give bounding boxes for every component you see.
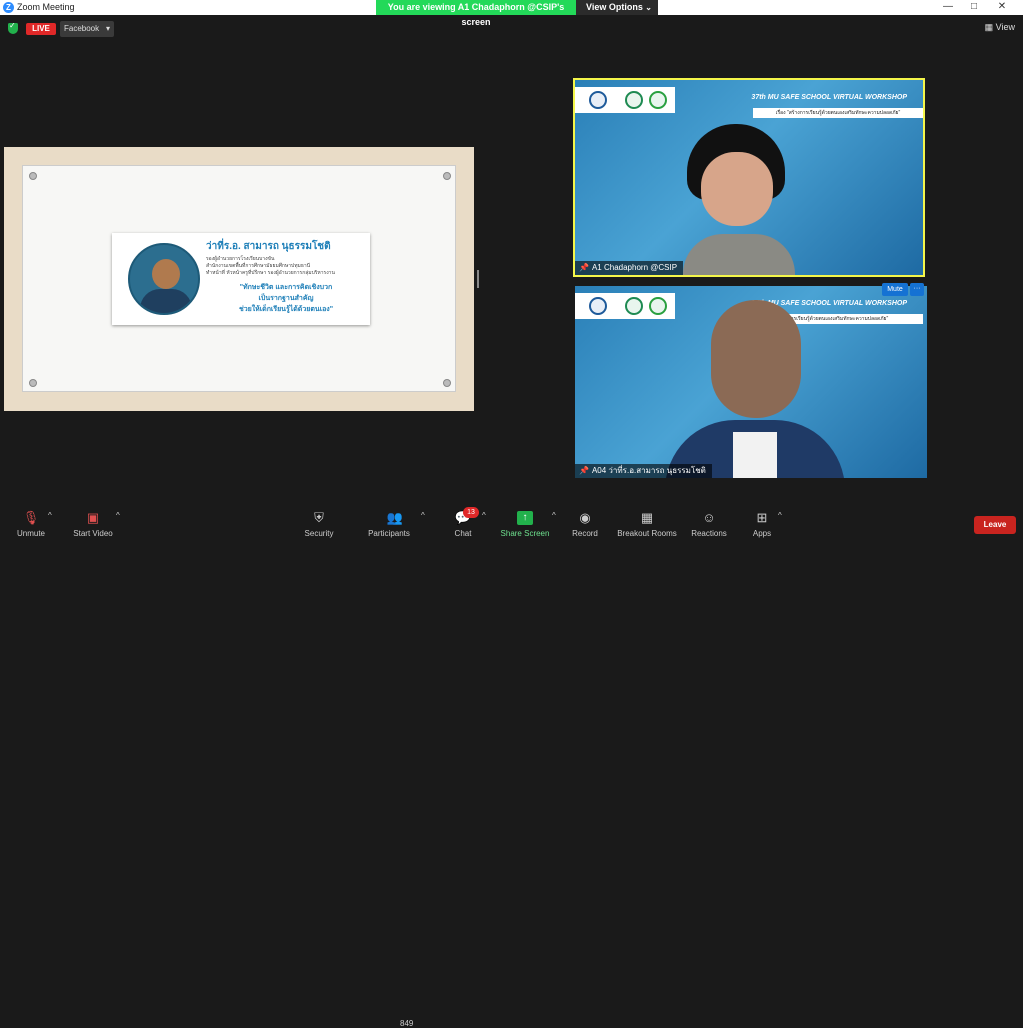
shared-screen: ว่าที่ร.อ. สามารถ นุธรรมโชติ รองผู้อำนวย… — [4, 147, 474, 411]
livestream-target-label: Facebook — [64, 24, 100, 33]
smile-icon: ☺ — [702, 510, 716, 525]
shield-icon: ⛨ — [314, 510, 324, 525]
pin-icon: 📌 — [579, 466, 589, 475]
participants-caret[interactable]: ^ — [421, 511, 425, 520]
speaker-role-line: ทำหน้าที่ หัวหน้าครูที่ปรึกษา รองผู้อำนว… — [206, 270, 335, 276]
share-caret[interactable]: ^ — [552, 511, 556, 520]
chat-label: Chat — [454, 529, 472, 538]
video-off-icon: ▣ — [86, 510, 100, 525]
record-label: Record — [572, 529, 598, 538]
participant-video — [683, 124, 795, 275]
view-layout-button[interactable]: ▦ View — [985, 22, 1015, 33]
reactions-label: Reactions — [691, 529, 727, 538]
university-logo-icon — [589, 297, 607, 315]
workshop-banner-subtitle: เรื่อง "สร้างการเรียนรู้ด้วยตนเองเสริมทั… — [753, 108, 923, 118]
start-video-label: Start Video — [73, 529, 113, 538]
view-options-label: View Options — [586, 2, 643, 12]
participants-label: Participants — [368, 529, 410, 538]
mic-muted-icon: 🎙 — [22, 510, 40, 525]
apps-button[interactable]: ⊞ Apps — [750, 510, 774, 539]
share-screen-label: Share Screen — [500, 529, 550, 538]
live-badge: LIVE — [26, 23, 56, 35]
view-grid-icon: ▦ — [984, 22, 994, 32]
participant-name-label: 📌 A1 Chadaphorn @CSIP — [575, 261, 684, 275]
record-button[interactable]: ◉ Record — [570, 510, 600, 539]
participant-name-label: 📌 A04 ว่าที่ร.อ.สามารถ นุธรรมโชติ — [575, 464, 712, 478]
people-icon: 👥 — [386, 510, 404, 525]
speaker-quote-line: "ทักษะชีวิต และการคิดเชิงบวก — [239, 284, 333, 291]
pin-icon — [443, 172, 451, 180]
minimize-button[interactable]: — — [938, 1, 958, 12]
apps-caret[interactable]: ^ — [778, 511, 782, 520]
speaker-quote-line: ช่วยให้เด็กเรียนรู้ได้ด้วยตนเอง" — [238, 306, 334, 313]
record-icon: ◉ — [579, 510, 591, 525]
close-window-button[interactable]: ✕ — [992, 1, 1012, 12]
meeting-toolbar: 🎙 Unmute ^ ▣ Start Video ^ ⛨ Security 👥 … — [0, 505, 1023, 1028]
apps-icon: ⊞ — [756, 510, 768, 525]
workshop-banner-title: 37th MU SAFE SCHOOL VIRTUAL WORKSHOP — [751, 94, 907, 101]
security-label: Security — [304, 529, 334, 538]
participant-video — [665, 300, 845, 478]
grid-icon: ▦ — [640, 510, 654, 525]
share-arrow-icon: ↑ — [517, 511, 533, 525]
chat-caret[interactable]: ^ — [482, 511, 486, 520]
pin-icon — [29, 172, 37, 180]
institute-logo-icon — [625, 297, 643, 315]
zoom-logo-icon: Z — [3, 2, 14, 13]
maximize-button[interactable]: □ — [964, 1, 984, 12]
audio-options-caret[interactable]: ^ — [48, 511, 52, 520]
institute-logo-icon — [625, 91, 643, 109]
pin-icon — [443, 379, 451, 387]
more-options-button[interactable]: ··· — [910, 283, 924, 296]
video-tile[interactable]: 37th MU SAFE SCHOOL VIRTUAL WORKSHOP การ… — [575, 286, 927, 478]
whiteboard: ว่าที่ร.อ. สามารถ นุธรรมโชติ รองผู้อำนวย… — [22, 165, 456, 392]
breakout-rooms-button[interactable]: ▦ Breakout Rooms — [616, 510, 678, 539]
video-tile-active-speaker[interactable]: 37th MU SAFE SCHOOL VIRTUAL WORKSHOP เรื… — [573, 78, 925, 277]
start-video-button[interactable]: ▣ Start Video — [70, 510, 116, 539]
unmute-label: Unmute — [16, 529, 45, 538]
apps-label: Apps — [752, 529, 772, 538]
pin-icon: 📌 — [579, 263, 589, 272]
mute-participant-button[interactable]: Mute — [882, 283, 908, 296]
safe-school-logo-icon — [649, 91, 667, 109]
participants-button[interactable]: 👥 Participants — [366, 510, 412, 539]
livestream-target-dropdown[interactable]: Facebook ▾ — [60, 21, 114, 37]
security-button[interactable]: ⛨ Security — [302, 510, 336, 539]
breakout-rooms-label: Breakout Rooms — [617, 529, 677, 538]
participants-count: 849 — [400, 1019, 414, 1028]
video-options-caret[interactable]: ^ — [116, 511, 120, 520]
view-label: View — [995, 22, 1015, 32]
workshop-logos — [575, 293, 675, 319]
unmute-button[interactable]: 🎙 Unmute — [14, 510, 48, 539]
share-screen-button[interactable]: ↑ Share Screen — [500, 511, 550, 538]
view-options-button[interactable]: View Options ⌄ — [576, 0, 658, 15]
speaker-name: ว่าที่ร.อ. สามารถ นุธรรมโชติ — [206, 241, 331, 252]
speaker-card: ว่าที่ร.อ. สามารถ นุธรรมโชติ รองผู้อำนวย… — [112, 233, 370, 325]
speaker-quote-line: เป็นรากฐานสำคัญ — [258, 295, 314, 302]
speaker-photo — [128, 243, 200, 315]
chevron-down-icon: ⌄ — [645, 3, 652, 12]
dropdown-arrow-icon: ▾ — [105, 24, 110, 33]
window-title: Zoom Meeting — [17, 2, 75, 12]
pin-icon — [29, 379, 37, 387]
chat-unread-badge: 13 — [463, 507, 479, 518]
encryption-shield-icon[interactable] — [8, 21, 18, 34]
workshop-logos — [575, 87, 675, 113]
safe-school-logo-icon — [649, 297, 667, 315]
reactions-button[interactable]: ☺ Reactions — [690, 510, 728, 539]
leave-button[interactable]: Leave — [974, 516, 1016, 534]
screen-share-banner: You are viewing A1 Chadaphorn @CSIP's sc… — [376, 0, 576, 27]
split-divider-handle[interactable] — [477, 270, 479, 288]
university-logo-icon — [589, 91, 607, 109]
